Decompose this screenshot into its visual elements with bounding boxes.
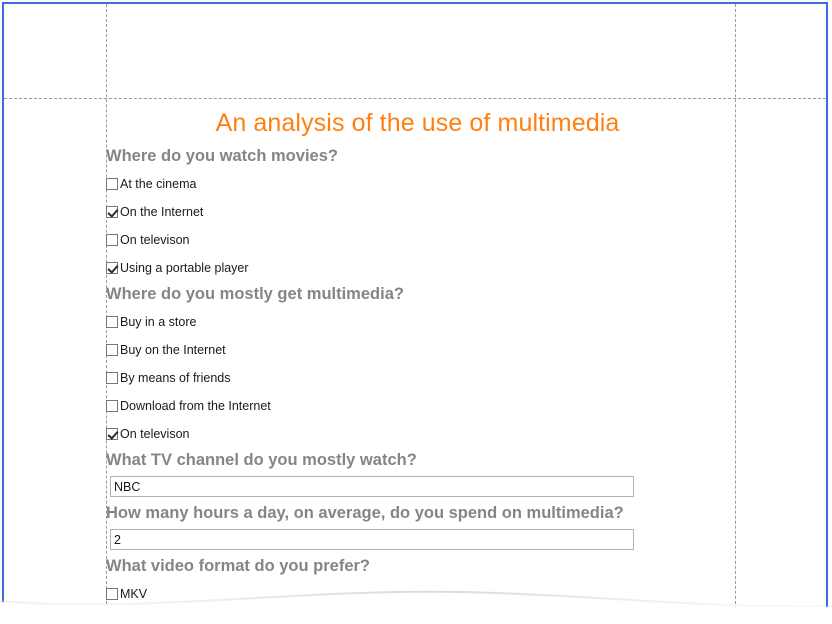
option-row[interactable]: Download from the Internet <box>104 392 731 420</box>
hours-per-day-input[interactable] <box>110 529 634 550</box>
question-heading-video-format: What video format do you prefer? <box>106 557 371 575</box>
option-label: Buy on the Internet <box>120 343 226 357</box>
checkbox-download-from-the-internet[interactable] <box>106 400 118 412</box>
option-label: Buy in a store <box>120 315 197 329</box>
option-row[interactable]: Buy on the Internet <box>104 336 731 364</box>
option-group-where-watch-movies: At the cinema On the Internet On televis… <box>104 170 731 282</box>
question-heading-where-watch-movies: Where do you watch movies? <box>106 147 338 165</box>
option-label: Using a portable player <box>120 261 249 275</box>
margin-guide-right <box>735 4 736 619</box>
checkbox-buy-on-the-internet[interactable] <box>106 344 118 356</box>
checkbox-at-the-cinema[interactable] <box>106 178 118 190</box>
question-heading-where-get-multimedia: Where do you mostly get multimedia? <box>106 285 404 303</box>
option-row[interactable]: MKV <box>104 580 731 608</box>
option-label: On televison <box>120 427 190 441</box>
tv-channel-input[interactable] <box>110 476 634 497</box>
checkbox-mkv[interactable] <box>106 588 118 600</box>
option-label: On the Internet <box>120 205 204 219</box>
option-row[interactable]: By means of friends <box>104 364 731 392</box>
option-row[interactable]: On televison <box>104 226 731 254</box>
checkbox-on-the-internet[interactable] <box>106 206 118 218</box>
option-label: Download from the Internet <box>120 399 271 413</box>
option-label: At the cinema <box>120 177 197 191</box>
checkbox-on-televison-2[interactable] <box>106 428 118 440</box>
option-row[interactable]: On the Internet <box>104 198 731 226</box>
option-group-video-format: MKV <box>104 580 731 608</box>
option-row[interactable]: Using a portable player <box>104 254 731 282</box>
survey-form: An analysis of the use of multimedia Whe… <box>104 96 731 624</box>
option-label: On televison <box>120 233 190 247</box>
option-row[interactable]: At the cinema <box>104 170 731 198</box>
checkbox-on-televison[interactable] <box>106 234 118 246</box>
option-label: MKV <box>120 587 148 601</box>
question-heading-hours-per-day: How many hours a day, on average, do you… <box>106 504 624 522</box>
checkbox-using-a-portable-player[interactable] <box>106 262 118 274</box>
option-row[interactable]: On televison <box>104 420 731 448</box>
option-row[interactable]: Buy in a store <box>104 308 731 336</box>
option-label: By means of friends <box>120 371 231 385</box>
page-title: An analysis of the use of multimedia <box>215 109 620 137</box>
checkbox-buy-in-a-store[interactable] <box>106 316 118 328</box>
question-heading-tv-channel: What TV channel do you mostly watch? <box>106 451 417 469</box>
checkbox-by-means-of-friends[interactable] <box>106 372 118 384</box>
option-group-where-get-multimedia: Buy in a store Buy on the Internet By me… <box>104 308 731 448</box>
